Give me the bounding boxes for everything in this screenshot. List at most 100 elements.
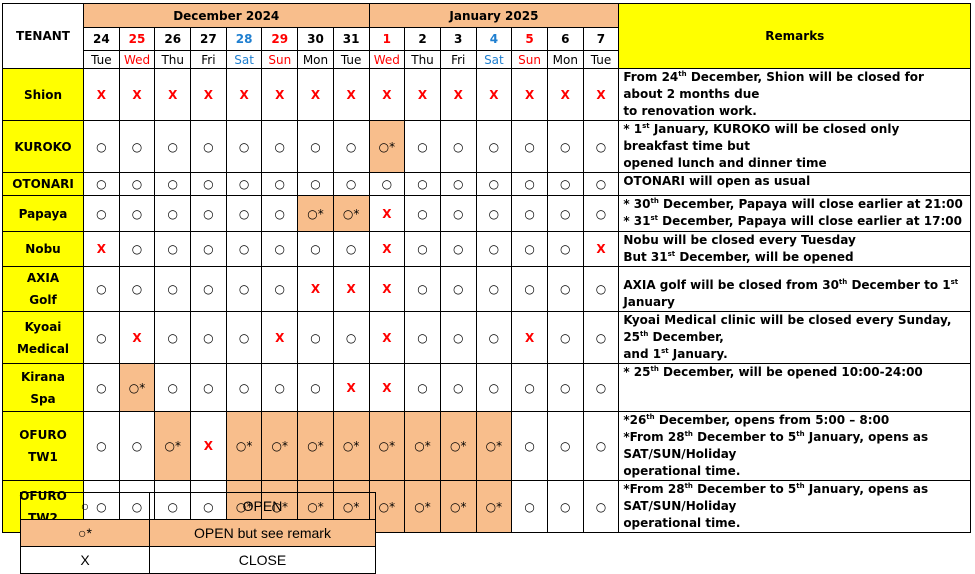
- tenant-name: Papaya: [2, 195, 84, 232]
- status-open: ○: [118, 231, 156, 267]
- remark-text: December, will be opened: [675, 250, 854, 264]
- remark-line: But 31st December, will be opened: [623, 249, 966, 266]
- status-open: ○: [225, 120, 263, 173]
- tenant-row: AXIA Golf ○ ○ ○ ○ ○ ○ X X X ○ ○ ○ ○ ○ ○ AXIA golf will be…: [2, 266, 972, 312]
- remark-line: *26th December, opens from 5:00 – 8:00: [623, 412, 966, 429]
- status-closed: X: [297, 68, 334, 121]
- weekday-label: Fri: [190, 50, 227, 69]
- date-number: 2: [404, 27, 441, 51]
- status-open: ○: [546, 231, 584, 267]
- weekday-label: Tue: [332, 50, 370, 69]
- ordinal-suffix: th: [796, 482, 805, 490]
- status-open: ○: [83, 363, 120, 412]
- status-open-see-remark: ○*: [332, 195, 370, 232]
- status-open: ○: [83, 266, 120, 312]
- remark-cell: Kyoai Medical clinic will be closed ever…: [618, 311, 972, 364]
- date-number: 1: [368, 27, 406, 51]
- tenant-name-line: Golf: [29, 293, 57, 307]
- remark-line: to renovation work.: [623, 103, 966, 120]
- status-open: ○: [297, 363, 334, 412]
- status-open: ○: [225, 195, 263, 232]
- status-open: ○: [297, 231, 334, 267]
- status-closed: X: [83, 68, 120, 121]
- remark-line: AXIA golf will be closed from 30th Decem…: [623, 277, 966, 311]
- status-closed: X: [546, 68, 584, 121]
- date-number: 27: [190, 27, 227, 51]
- remark-line: * 25th December, will be opened 10:00-24…: [623, 364, 966, 381]
- status-open: ○: [297, 120, 334, 173]
- status-open: ○: [118, 172, 156, 196]
- remark-text: December to 1: [847, 278, 951, 292]
- status-open: ○: [261, 231, 299, 267]
- tenant-name-line: OFURO: [19, 428, 67, 442]
- status-open: ○: [261, 120, 299, 173]
- status-open: ○: [582, 363, 620, 412]
- status-open: ○: [83, 311, 120, 364]
- status-closed: X: [332, 68, 370, 121]
- status-open: ○: [154, 172, 192, 196]
- weekday-label: Mon: [297, 50, 334, 69]
- date-number: 29: [261, 27, 299, 51]
- remark-line: * 31st December, Papaya will close earli…: [623, 213, 966, 230]
- status-closed: X: [368, 231, 406, 267]
- remark-line: *From 28th December to 5th January, open…: [623, 429, 966, 463]
- status-closed: X: [118, 311, 156, 364]
- tenant-name-line: Shion: [23, 87, 63, 102]
- legend-label: CLOSE: [149, 546, 376, 574]
- status-open: ○: [368, 172, 406, 196]
- status-open-see-remark: ○*: [368, 411, 406, 481]
- status-open: ○: [439, 172, 477, 196]
- status-closed: X: [368, 195, 406, 232]
- status-open: ○: [475, 231, 513, 267]
- status-open: ○: [582, 172, 620, 196]
- status-closed: X: [582, 231, 620, 267]
- remark-text: But 31: [623, 250, 668, 264]
- month-header-row: TENANT December 2024 January 2025 Remarks: [2, 3, 972, 69]
- status-open: ○: [225, 231, 263, 267]
- remark-text: to renovation work.: [623, 104, 757, 118]
- remark-line: * 30th December, Papaya will close earli…: [623, 196, 966, 213]
- tenant-row: KUROKO ○ ○ ○ ○ ○ ○ ○ ○ ○* ○ ○ ○ ○ ○ ○ * 1st January, KUR…: [2, 120, 972, 173]
- tenant-name-line: KUROKO: [14, 139, 72, 154]
- status-open: ○: [582, 120, 620, 173]
- remark-text: December, Papaya will close earlier at 1…: [657, 214, 962, 228]
- status-open: ○: [582, 195, 620, 232]
- status-open: ○: [546, 480, 584, 533]
- status-open-see-remark: ○*: [297, 195, 334, 232]
- remark-cell: * 1st January, KUROKO will be closed onl…: [618, 120, 972, 173]
- status-closed: X: [368, 68, 406, 121]
- status-open: ○: [546, 172, 584, 196]
- status-closed: X: [190, 68, 227, 121]
- status-open: ○: [439, 195, 477, 232]
- remark-text: *From 28: [623, 482, 685, 496]
- tenant-name: Shion: [2, 68, 84, 121]
- remark-line: Nobu will be closed every Tuesday: [623, 232, 966, 249]
- ordinal-suffix: th: [684, 430, 693, 438]
- legend-symbol: ○*: [20, 519, 150, 547]
- status-open: ○: [190, 120, 227, 173]
- status-closed: X: [332, 363, 370, 412]
- status-open-see-remark: ○*: [261, 411, 299, 481]
- status-closed: X: [261, 311, 299, 364]
- status-open: ○: [475, 363, 513, 412]
- ordinal-suffix: th: [650, 197, 659, 205]
- status-closed: X: [368, 363, 406, 412]
- status-open-see-remark: ○*: [368, 120, 406, 173]
- status-open: ○: [439, 120, 477, 173]
- date-number: 6: [546, 27, 584, 51]
- status-open: ○: [83, 195, 120, 232]
- status-open: ○: [332, 311, 370, 364]
- remark-text: * 30: [623, 197, 651, 211]
- status-open-see-remark: ○*: [154, 411, 192, 481]
- tenant-row: Kyoai Medical ○ X ○ ○ ○ X ○ ○ X ○ ○ ○ X ○ ○ Kyoai Medical…: [2, 311, 972, 364]
- status-open-see-remark: ○*: [439, 411, 477, 481]
- status-open: ○: [332, 120, 370, 173]
- status-open: ○: [154, 311, 192, 364]
- status-closed: X: [261, 68, 299, 121]
- status-open: ○: [297, 311, 334, 364]
- status-closed: X: [297, 266, 334, 312]
- tenant-row: OTONARI ○ ○ ○ ○ ○ ○ ○ ○ ○ ○ ○ ○ ○ ○ ○ OTONARI will open …: [2, 172, 972, 196]
- remark-text: December, opens from 5:00 – 8:00: [654, 413, 890, 427]
- status-open: ○: [511, 172, 548, 196]
- status-open: ○: [404, 363, 441, 412]
